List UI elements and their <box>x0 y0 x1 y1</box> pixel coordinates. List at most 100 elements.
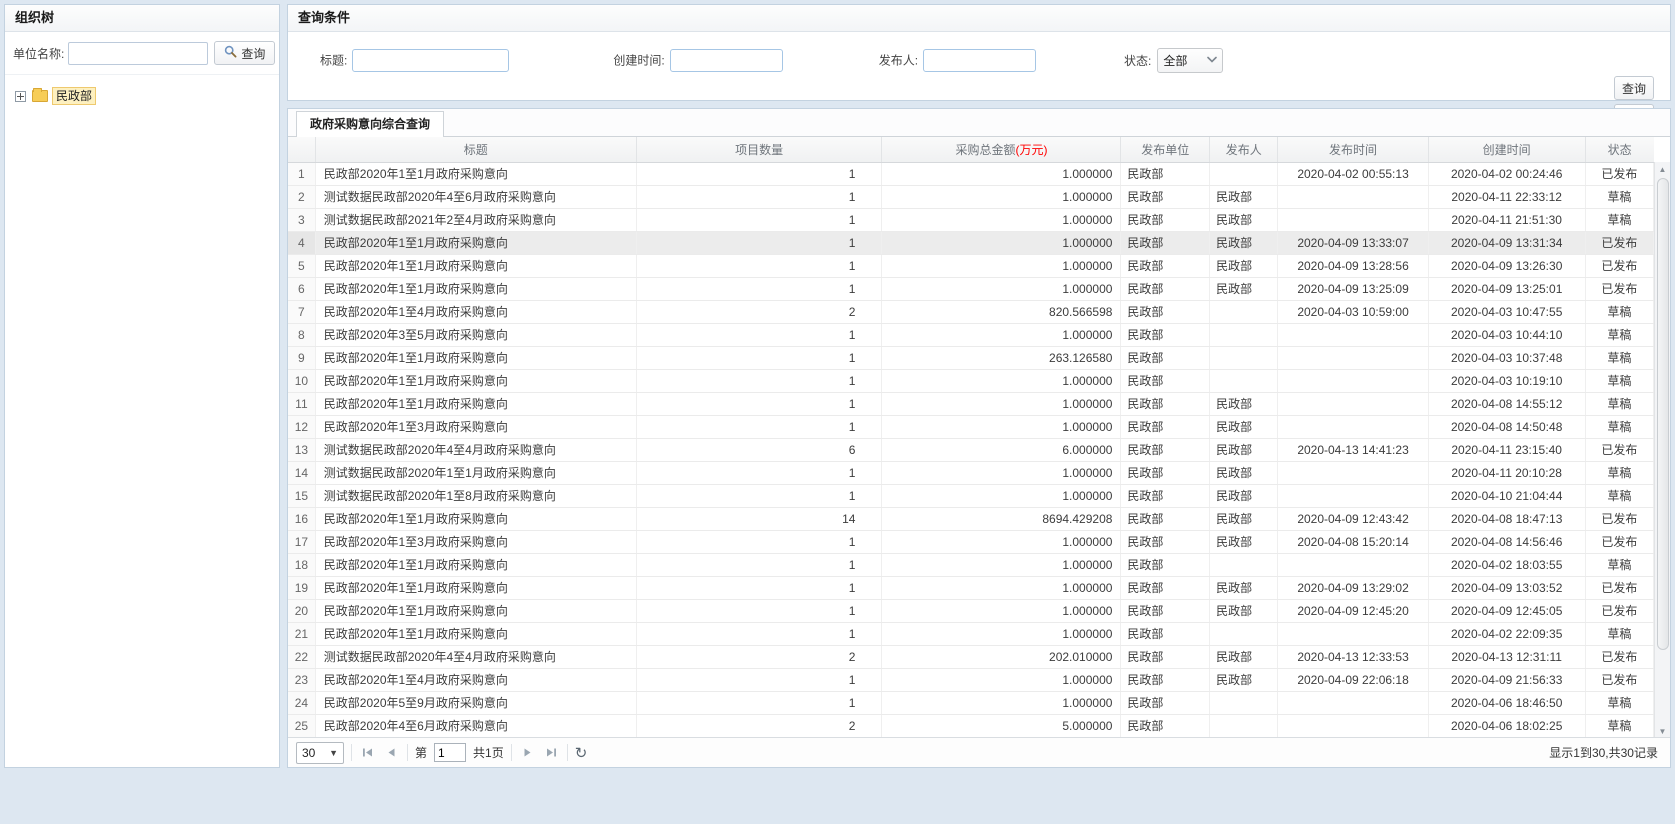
cell-publish-unit: 民政部 <box>1121 553 1210 576</box>
col-rownum <box>288 137 315 162</box>
title-input[interactable] <box>352 49 509 72</box>
tab-procurement-query[interactable]: 政府采购意向综合查询 <box>296 111 444 138</box>
cell-title: 民政部2020年1至1月政府采购意向 <box>315 553 636 576</box>
cell-publisher <box>1210 369 1278 392</box>
row-number: 5 <box>288 254 315 277</box>
row-number: 2 <box>288 185 315 208</box>
cell-title: 测试数据民政部2020年1至8月政府采购意向 <box>315 484 636 507</box>
col-create-time[interactable]: 创建时间 <box>1428 137 1585 162</box>
cell-publish-time: 2020-04-03 10:59:00 <box>1278 300 1428 323</box>
cell-status: 草稿 <box>1585 714 1653 737</box>
cell-publish-time: 2020-04-13 12:33:53 <box>1278 645 1428 668</box>
grid-body: 1 民政部2020年1至1月政府采购意向 1 1.000000 民政部 2020… <box>288 162 1654 737</box>
cell-project-count: 1 <box>636 415 882 438</box>
col-title[interactable]: 标题 <box>315 137 636 162</box>
cell-project-count: 6 <box>636 438 882 461</box>
page-size-select[interactable]: 30 ▼ <box>296 742 344 764</box>
table-row[interactable]: 16 民政部2020年1至1月政府采购意向 14 8694.429208 民政部… <box>288 507 1654 530</box>
cell-title: 民政部2020年1至1月政府采购意向 <box>315 507 636 530</box>
table-row[interactable]: 19 民政部2020年1至1月政府采购意向 1 1.000000 民政部 民政部… <box>288 576 1654 599</box>
cell-status: 已发布 <box>1585 277 1653 300</box>
next-page-button[interactable] <box>519 744 536 761</box>
cell-publish-unit: 民政部 <box>1121 461 1210 484</box>
cell-project-count: 1 <box>636 461 882 484</box>
cell-status: 已发布 <box>1585 530 1653 553</box>
cell-project-count: 14 <box>636 507 882 530</box>
table-row[interactable]: 12 民政部2020年1至3月政府采购意向 1 1.000000 民政部 民政部… <box>288 415 1654 438</box>
cell-title: 民政部2020年1至1月政府采购意向 <box>315 231 636 254</box>
cell-title: 民政部2020年1至4月政府采购意向 <box>315 300 636 323</box>
cell-status: 已发布 <box>1585 576 1653 599</box>
cell-publish-time: 2020-04-08 15:20:14 <box>1278 530 1428 553</box>
table-row[interactable]: 23 民政部2020年1至4月政府采购意向 1 1.000000 民政部 民政部… <box>288 668 1654 691</box>
cell-project-count: 1 <box>636 668 882 691</box>
table-row[interactable]: 5 民政部2020年1至1月政府采购意向 1 1.000000 民政部 民政部 … <box>288 254 1654 277</box>
page-size-value: 30 <box>302 746 329 760</box>
cell-publish-time <box>1278 415 1428 438</box>
cell-publisher <box>1210 691 1278 714</box>
cell-project-count: 1 <box>636 369 882 392</box>
cell-create-time: 2020-04-13 12:31:11 <box>1428 645 1585 668</box>
table-row[interactable]: 22 测试数据民政部2020年4至4月政府采购意向 2 202.010000 民… <box>288 645 1654 668</box>
table-row[interactable]: 4 民政部2020年1至1月政府采购意向 1 1.000000 民政部 民政部 … <box>288 231 1654 254</box>
query-button[interactable]: 查询 <box>1614 76 1654 100</box>
table-row[interactable]: 14 测试数据民政部2020年1至1月政府采购意向 1 1.000000 民政部… <box>288 461 1654 484</box>
refresh-icon[interactable]: ↻ <box>575 744 588 762</box>
first-page-button[interactable] <box>359 744 376 761</box>
last-page-button[interactable] <box>543 744 560 761</box>
prev-page-button[interactable] <box>383 744 400 761</box>
table-row[interactable]: 20 民政部2020年1至1月政府采购意向 1 1.000000 民政部 民政部… <box>288 599 1654 622</box>
table-row[interactable]: 25 民政部2020年4至6月政府采购意向 2 5.000000 民政部 202… <box>288 714 1654 737</box>
org-search-button[interactable]: 查询 <box>214 41 275 65</box>
table-row[interactable]: 18 民政部2020年1至1月政府采购意向 1 1.000000 民政部 202… <box>288 553 1654 576</box>
table-row[interactable]: 11 民政部2020年1至1月政府采购意向 1 1.000000 民政部 民政部… <box>288 392 1654 415</box>
table-row[interactable]: 1 民政部2020年1至1月政府采购意向 1 1.000000 民政部 2020… <box>288 162 1654 185</box>
cell-title: 民政部2020年1至4月政府采购意向 <box>315 668 636 691</box>
col-status[interactable]: 状态 <box>1585 137 1653 162</box>
table-row[interactable]: 15 测试数据民政部2020年1至8月政府采购意向 1 1.000000 民政部… <box>288 484 1654 507</box>
cell-title: 民政部2020年3至5月政府采购意向 <box>315 323 636 346</box>
col-publish-unit[interactable]: 发布单位 <box>1121 137 1210 162</box>
status-select[interactable]: 全部 <box>1157 48 1223 73</box>
publisher-input[interactable] <box>923 49 1036 72</box>
vertical-scrollbar[interactable]: ▲ ▼ <box>1654 162 1670 739</box>
table-row[interactable]: 6 民政部2020年1至1月政府采购意向 1 1.000000 民政部 民政部 … <box>288 277 1654 300</box>
cell-status: 已发布 <box>1585 438 1653 461</box>
col-amount[interactable]: 采购总金额(万元) <box>882 137 1121 162</box>
table-row[interactable]: 2 测试数据民政部2020年4至6月政府采购意向 1 1.000000 民政部 … <box>288 185 1654 208</box>
table-row[interactable]: 13 测试数据民政部2020年4至4月政府采购意向 6 6.000000 民政部… <box>288 438 1654 461</box>
table-row[interactable]: 17 民政部2020年1至3月政府采购意向 1 1.000000 民政部 民政部… <box>288 530 1654 553</box>
table-row[interactable]: 8 民政部2020年3至5月政府采购意向 1 1.000000 民政部 2020… <box>288 323 1654 346</box>
col-publish-time[interactable]: 发布时间 <box>1278 137 1428 162</box>
cell-title: 民政部2020年1至1月政府采购意向 <box>315 576 636 599</box>
table-row[interactable]: 21 民政部2020年1至1月政府采购意向 1 1.000000 民政部 202… <box>288 622 1654 645</box>
cell-status: 草稿 <box>1585 622 1653 645</box>
cell-create-time: 2020-04-02 22:09:35 <box>1428 622 1585 645</box>
scrollbar-thumb[interactable] <box>1657 178 1669 650</box>
create-time-input[interactable] <box>670 49 783 72</box>
cell-title: 测试数据民政部2020年1至1月政府采购意向 <box>315 461 636 484</box>
page-number-input[interactable] <box>434 743 466 762</box>
cell-publish-unit: 民政部 <box>1121 484 1210 507</box>
table-row[interactable]: 3 测试数据民政部2021年2至4月政府采购意向 1 1.000000 民政部 … <box>288 208 1654 231</box>
cell-create-time: 2020-04-09 13:25:01 <box>1428 277 1585 300</box>
table-row[interactable]: 7 民政部2020年1至4月政府采购意向 2 820.566598 民政部 20… <box>288 300 1654 323</box>
col-publisher[interactable]: 发布人 <box>1210 137 1278 162</box>
table-row[interactable]: 9 民政部2020年1至1月政府采购意向 1 263.126580 民政部 20… <box>288 346 1654 369</box>
cell-publish-time <box>1278 323 1428 346</box>
cell-status: 草稿 <box>1585 323 1653 346</box>
table-row[interactable]: 24 民政部2020年5至9月政府采购意向 1 1.000000 民政部 202… <box>288 691 1654 714</box>
create-time-label: 创建时间: <box>613 53 664 67</box>
cell-amount: 1.000000 <box>882 668 1121 691</box>
cell-status: 草稿 <box>1585 415 1653 438</box>
row-number: 6 <box>288 277 315 300</box>
col-project-count[interactable]: 项目数量 <box>636 137 882 162</box>
scroll-up-icon[interactable]: ▲ <box>1659 162 1667 177</box>
org-tree-title: 组织树 <box>5 5 279 32</box>
cell-title: 民政部2020年1至1月政府采购意向 <box>315 369 636 392</box>
tree-node-minzhengbu[interactable]: 民政部 <box>15 87 269 105</box>
unit-name-input[interactable] <box>68 42 208 65</box>
table-row[interactable]: 10 民政部2020年1至1月政府采购意向 1 1.000000 民政部 202… <box>288 369 1654 392</box>
cell-publish-time <box>1278 392 1428 415</box>
tree-expand-icon[interactable] <box>15 91 26 102</box>
